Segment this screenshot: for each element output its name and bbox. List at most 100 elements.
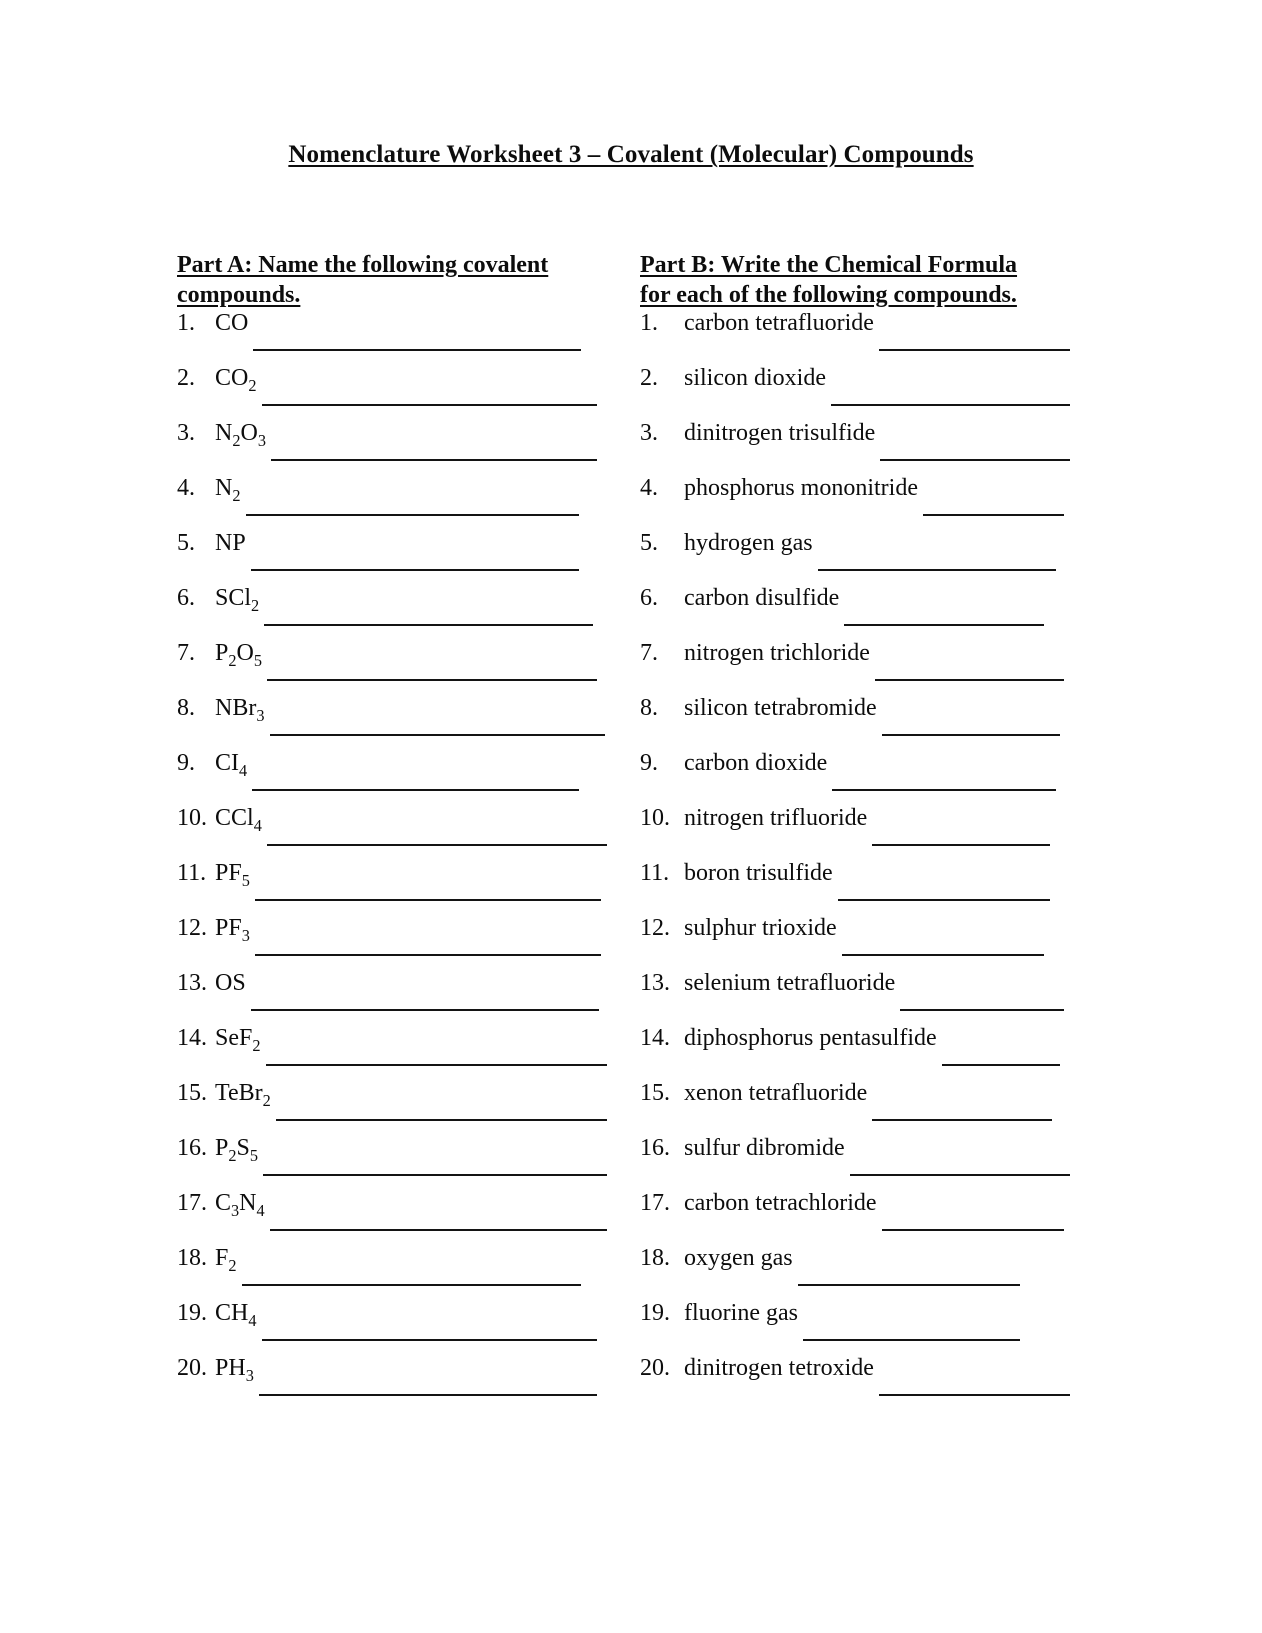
answer-blank[interactable] [874,678,1064,681]
part-b-heading-line1: Part B: Write the Chemical Formula [640,252,1018,278]
item-number: 19. [640,1300,670,1326]
answer-blank[interactable] [253,348,581,351]
answer-blank[interactable] [878,1393,1070,1396]
chemical-formula: PH3 [215,1355,254,1385]
answer-blank[interactable] [880,458,1070,461]
compound-name: oxygen gas [684,1245,793,1271]
answer-blank[interactable] [872,1118,1052,1121]
part-a-item: 9. CI4 [177,750,607,805]
answer-blank[interactable] [261,1338,597,1341]
answer-blank[interactable] [900,1008,1064,1011]
part-a-item-list: 1. CO 2. CO2 3. N2O3 4. N2 5. NP 6. SCl2 7. P2O5 8. NBr… [177,310,607,1410]
answer-blank[interactable] [245,513,579,516]
answer-blank[interactable] [241,1283,581,1286]
part-a-heading: Part A: Name the following covalent comp… [177,250,607,310]
answer-blank[interactable] [254,953,601,956]
answer-blank[interactable] [832,788,1056,791]
compound-name: diphosphorus pentasulfide [684,1025,937,1051]
answer-blank[interactable] [252,788,579,791]
item-number: 8. [177,695,195,721]
item-number: 5. [177,530,195,556]
answer-blank[interactable] [941,1063,1060,1066]
part-b-item: 19. fluorine gas [640,1300,1070,1355]
answer-blank[interactable] [254,898,601,901]
item-number: 12. [640,915,670,941]
part-b-heading-line2: for each of the following compounds. [640,282,1017,308]
chemical-formula: P2S5 [215,1135,259,1165]
answer-blank[interactable] [271,458,597,461]
item-number: 13. [640,970,670,996]
item-number: 16. [640,1135,670,1161]
item-number: 3. [640,420,658,446]
answer-blank[interactable] [923,513,1064,516]
chemical-formula: PF3 [215,915,250,945]
answer-blank[interactable] [817,568,1056,571]
part-a-item: 18. F2 [177,1245,607,1300]
item-number: 8. [640,695,658,721]
item-number: 14. [177,1025,207,1051]
answer-blank[interactable] [878,348,1070,351]
chemical-formula: OS [215,970,246,996]
answer-blank[interactable] [797,1283,1020,1286]
item-number: 11. [177,860,207,886]
answer-blank[interactable] [849,1173,1070,1176]
item-number: 17. [177,1190,207,1216]
part-a-item: 8. NBr3 [177,695,607,750]
part-a-item: 11. PF5 [177,860,607,915]
answer-blank[interactable] [830,403,1070,406]
item-number: 1. [640,310,658,336]
item-number: 4. [177,475,195,501]
answer-blank[interactable] [263,1173,607,1176]
compound-name: phosphorus mononitride [684,475,918,501]
answer-blank[interactable] [881,1228,1064,1231]
answer-blank[interactable] [267,678,597,681]
answer-blank[interactable] [266,843,607,846]
compound-name: dinitrogen tetroxide [684,1355,874,1381]
item-number: 10. [177,805,207,831]
item-number: 19. [177,1300,207,1326]
item-number: 9. [640,750,658,776]
part-a-item: 7. P2O5 [177,640,607,695]
item-number: 15. [177,1080,207,1106]
chemical-formula: F2 [215,1245,237,1275]
chemical-formula: CCl4 [215,805,262,835]
answer-blank[interactable] [261,403,597,406]
answer-blank[interactable] [881,733,1060,736]
item-number: 18. [177,1245,207,1271]
chemical-formula: NBr3 [215,695,265,725]
chemical-formula: TeBr2 [215,1080,271,1110]
answer-blank[interactable] [265,1063,607,1066]
compound-name: boron trisulfide [684,860,833,886]
answer-blank[interactable] [269,733,605,736]
part-b-item: 12. sulphur trioxide [640,915,1070,970]
chemical-formula: P2O5 [215,640,263,670]
part-b-item: 11. boron trisulfide [640,860,1070,915]
answer-blank[interactable] [844,623,1044,626]
chemical-formula: SeF2 [215,1025,261,1055]
chemical-formula: NP [215,530,246,556]
answer-blank[interactable] [837,898,1050,901]
answer-blank[interactable] [802,1338,1020,1341]
answer-blank[interactable] [269,1228,607,1231]
answer-blank[interactable] [250,568,579,571]
chemical-formula: N2 [215,475,241,505]
chemical-formula: SCl2 [215,585,260,615]
compound-name: carbon dioxide [684,750,828,776]
part-b-column: Part B: Write the Chemical Formula for e… [640,250,1070,1410]
item-number: 18. [640,1245,670,1271]
part-b-item: 2. silicon dioxide [640,365,1070,420]
answer-blank[interactable] [250,1008,599,1011]
answer-blank[interactable] [264,623,593,626]
part-b-item: 13. selenium tetrafluoride [640,970,1070,1025]
part-a-item: 2. CO2 [177,365,607,420]
part-a-item: 20. PH3 [177,1355,607,1410]
answer-blank[interactable] [258,1393,597,1396]
answer-blank[interactable] [275,1118,607,1121]
page-title-text: Nomenclature Worksheet 3 – Covalent (Mol… [288,141,974,168]
answer-blank[interactable] [841,953,1044,956]
answer-blank[interactable] [872,843,1050,846]
item-number: 4. [640,475,658,501]
compound-name: sulfur dibromide [684,1135,845,1161]
compound-name: fluorine gas [684,1300,798,1326]
item-number: 11. [640,860,670,886]
